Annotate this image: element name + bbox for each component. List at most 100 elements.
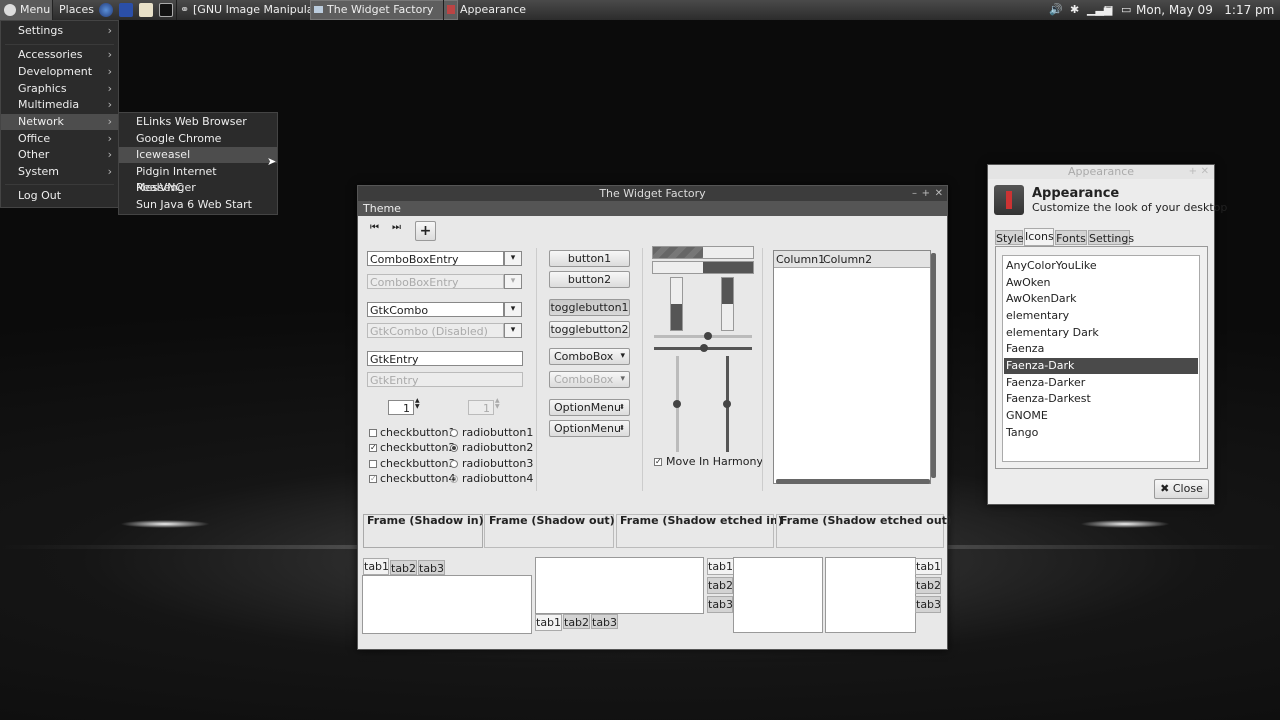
theme-item[interactable]: GNOME [1004, 408, 1198, 424]
radiobutton3-label[interactable]: radiobutton3 [462, 457, 533, 470]
button1[interactable]: button1 [549, 250, 630, 267]
clock[interactable]: Mon, May 09 1:17 pm [1136, 0, 1274, 20]
tab-top-3[interactable]: tab3 [418, 560, 445, 575]
chevron-down-icon[interactable]: ▾ [504, 251, 522, 266]
places-menu[interactable]: Places [59, 0, 94, 20]
text-editor-launcher-icon[interactable] [139, 3, 153, 17]
menu-button[interactable]: Menu [0, 0, 53, 20]
gtk-combo[interactable]: GtkCombo [367, 302, 504, 317]
checkbutton1-label[interactable]: checkbutton1 [380, 426, 456, 439]
menu-item-pidgin[interactable]: Pidgin Internet Messenger [119, 164, 277, 194]
menu-item-iceweasel[interactable]: Iceweasel [119, 147, 277, 163]
checkbutton1-box[interactable] [369, 429, 377, 437]
column2-header[interactable]: Column2 [823, 253, 872, 266]
move-in-harmony-label[interactable]: Move In Harmony [666, 455, 763, 468]
battery-icon[interactable]: ▭ [1121, 0, 1131, 20]
tab-bottom-3[interactable]: tab3 [591, 614, 618, 629]
task-appearance[interactable]: Appearance [443, 0, 570, 20]
menu-item-settings[interactable]: Settings › [1, 23, 118, 39]
tab-right-2[interactable]: tab2 [915, 577, 941, 594]
checkbutton2-label[interactable]: checkbutton2 [380, 441, 456, 454]
mail-icon[interactable]: ✉ [1104, 0, 1113, 20]
bluetooth-icon[interactable]: ✱ [1070, 0, 1079, 20]
close-icon[interactable]: ✕ [935, 186, 943, 201]
radiobutton1-label[interactable]: radiobutton1 [462, 426, 533, 439]
tab-style[interactable]: Style [995, 230, 1024, 245]
menu-item-accessories[interactable]: Accessories › [1, 47, 118, 63]
checkbutton2-box[interactable]: ✓ [369, 444, 377, 452]
tab-fonts[interactable]: Fonts [1055, 230, 1087, 245]
vscale-2[interactable] [723, 356, 731, 452]
appearance-titlebar[interactable]: Appearance + ✕ [988, 165, 1214, 179]
terminal-launcher-icon[interactable] [159, 3, 173, 17]
maximize-icon[interactable]: + [1189, 165, 1197, 179]
button2[interactable]: button2 [549, 271, 630, 288]
theme-item[interactable]: Faenza [1004, 341, 1198, 357]
menu-item-network[interactable]: Network › [1, 114, 118, 130]
menu-item-graphics[interactable]: Graphics › [1, 81, 118, 97]
theme-item[interactable]: elementary Dark [1004, 325, 1198, 341]
close-icon[interactable]: ✕ [1201, 165, 1209, 179]
theme-item-selected[interactable]: Faenza-Dark [1004, 358, 1198, 374]
gtk-entry[interactable]: GtkEntry [367, 351, 523, 366]
combobox[interactable]: ComboBox ▾ [549, 348, 630, 365]
theme-item[interactable]: Tango [1004, 425, 1198, 441]
volume-icon[interactable]: 🔊 [1049, 0, 1063, 20]
add-button[interactable]: + [415, 221, 436, 241]
skip-forward-icon[interactable]: ⏭ [392, 222, 401, 233]
combo-box-entry[interactable]: ComboBoxEntry [367, 251, 504, 266]
menu-item-multimedia[interactable]: Multimedia › [1, 97, 118, 113]
tab-top-1[interactable]: tab1 [363, 558, 389, 575]
iceweasel-launcher-icon[interactable] [99, 3, 113, 17]
hscale-1[interactable] [654, 332, 752, 340]
tree-view[interactable]: Column1 Column2 [773, 250, 936, 484]
checkbutton3-box[interactable] [369, 460, 377, 468]
tab-right-3[interactable]: tab3 [915, 596, 941, 613]
theme-menu[interactable]: Theme [363, 202, 401, 215]
tab-bottom-1[interactable]: tab1 [535, 614, 562, 631]
theme-item[interactable]: Faenza-Darker [1004, 375, 1198, 391]
vscale-1[interactable] [673, 356, 681, 452]
radiobutton2-label[interactable]: radiobutton2 [462, 441, 533, 454]
radiobutton1-dot[interactable] [450, 429, 458, 437]
radiobutton3-dot[interactable] [450, 460, 458, 468]
task-widget-factory[interactable]: The Widget Factory [310, 0, 458, 20]
menu-item-realvnc[interactable]: RealVNC [119, 180, 277, 196]
tab-left-2[interactable]: tab2 [707, 577, 733, 594]
checkbutton3-label[interactable]: checkbutton3 [380, 457, 456, 470]
tab-top-2[interactable]: tab2 [390, 560, 417, 575]
menu-item-office[interactable]: Office › [1, 131, 118, 147]
menu-item-log-out[interactable]: Log Out [1, 188, 118, 204]
togglebutton1[interactable]: togglebutton1 [549, 299, 630, 316]
tab-bottom-2[interactable]: tab2 [563, 614, 590, 629]
horizontal-scrollbar[interactable] [776, 479, 930, 484]
menu-item-development[interactable]: Development › [1, 64, 118, 80]
optionmenu1[interactable]: OptionMenu ⬍ [549, 399, 630, 416]
icon-theme-list[interactable]: AnyColorYouLike AwOken AwOkenDark elemen… [1002, 255, 1200, 462]
move-in-harmony-checkbox[interactable]: ✓ [654, 458, 662, 466]
spin-arrows-icon[interactable]: ▲ ▼ [415, 398, 420, 410]
column1-header[interactable]: Column1 [776, 253, 825, 266]
theme-item[interactable]: AwOken [1004, 275, 1198, 291]
theme-item[interactable]: elementary [1004, 308, 1198, 324]
theme-item[interactable]: Faenza-Darkest [1004, 391, 1198, 407]
tab-settings[interactable]: Settings [1088, 230, 1134, 245]
menu-item-java-web-start[interactable]: Sun Java 6 Web Start [119, 197, 277, 213]
togglebutton2[interactable]: togglebutton2 [549, 321, 630, 338]
theme-item[interactable]: AwOkenDark [1004, 291, 1198, 307]
tab-right-1[interactable]: tab1 [915, 558, 942, 575]
spin-button[interactable]: 1 [388, 400, 414, 415]
hscale-2[interactable] [654, 344, 752, 352]
minimize-icon[interactable]: – [912, 186, 917, 201]
window-titlebar[interactable]: The Widget Factory – + ✕ [358, 186, 947, 201]
theme-item[interactable]: AnyColorYouLike [1004, 258, 1198, 274]
tab-icons[interactable]: Icons [1024, 228, 1054, 246]
skip-back-icon[interactable]: ⏮ [370, 222, 379, 233]
tab-left-3[interactable]: tab3 [707, 596, 733, 613]
maximize-icon[interactable]: + [922, 186, 930, 201]
radiobutton2-dot[interactable] [450, 444, 458, 452]
menu-item-google-chrome[interactable]: Google Chrome [119, 131, 277, 147]
menu-item-elinks[interactable]: ELinks Web Browser [119, 114, 277, 130]
vnc-launcher-icon[interactable] [119, 3, 133, 17]
tab-left-1[interactable]: tab1 [707, 558, 734, 575]
